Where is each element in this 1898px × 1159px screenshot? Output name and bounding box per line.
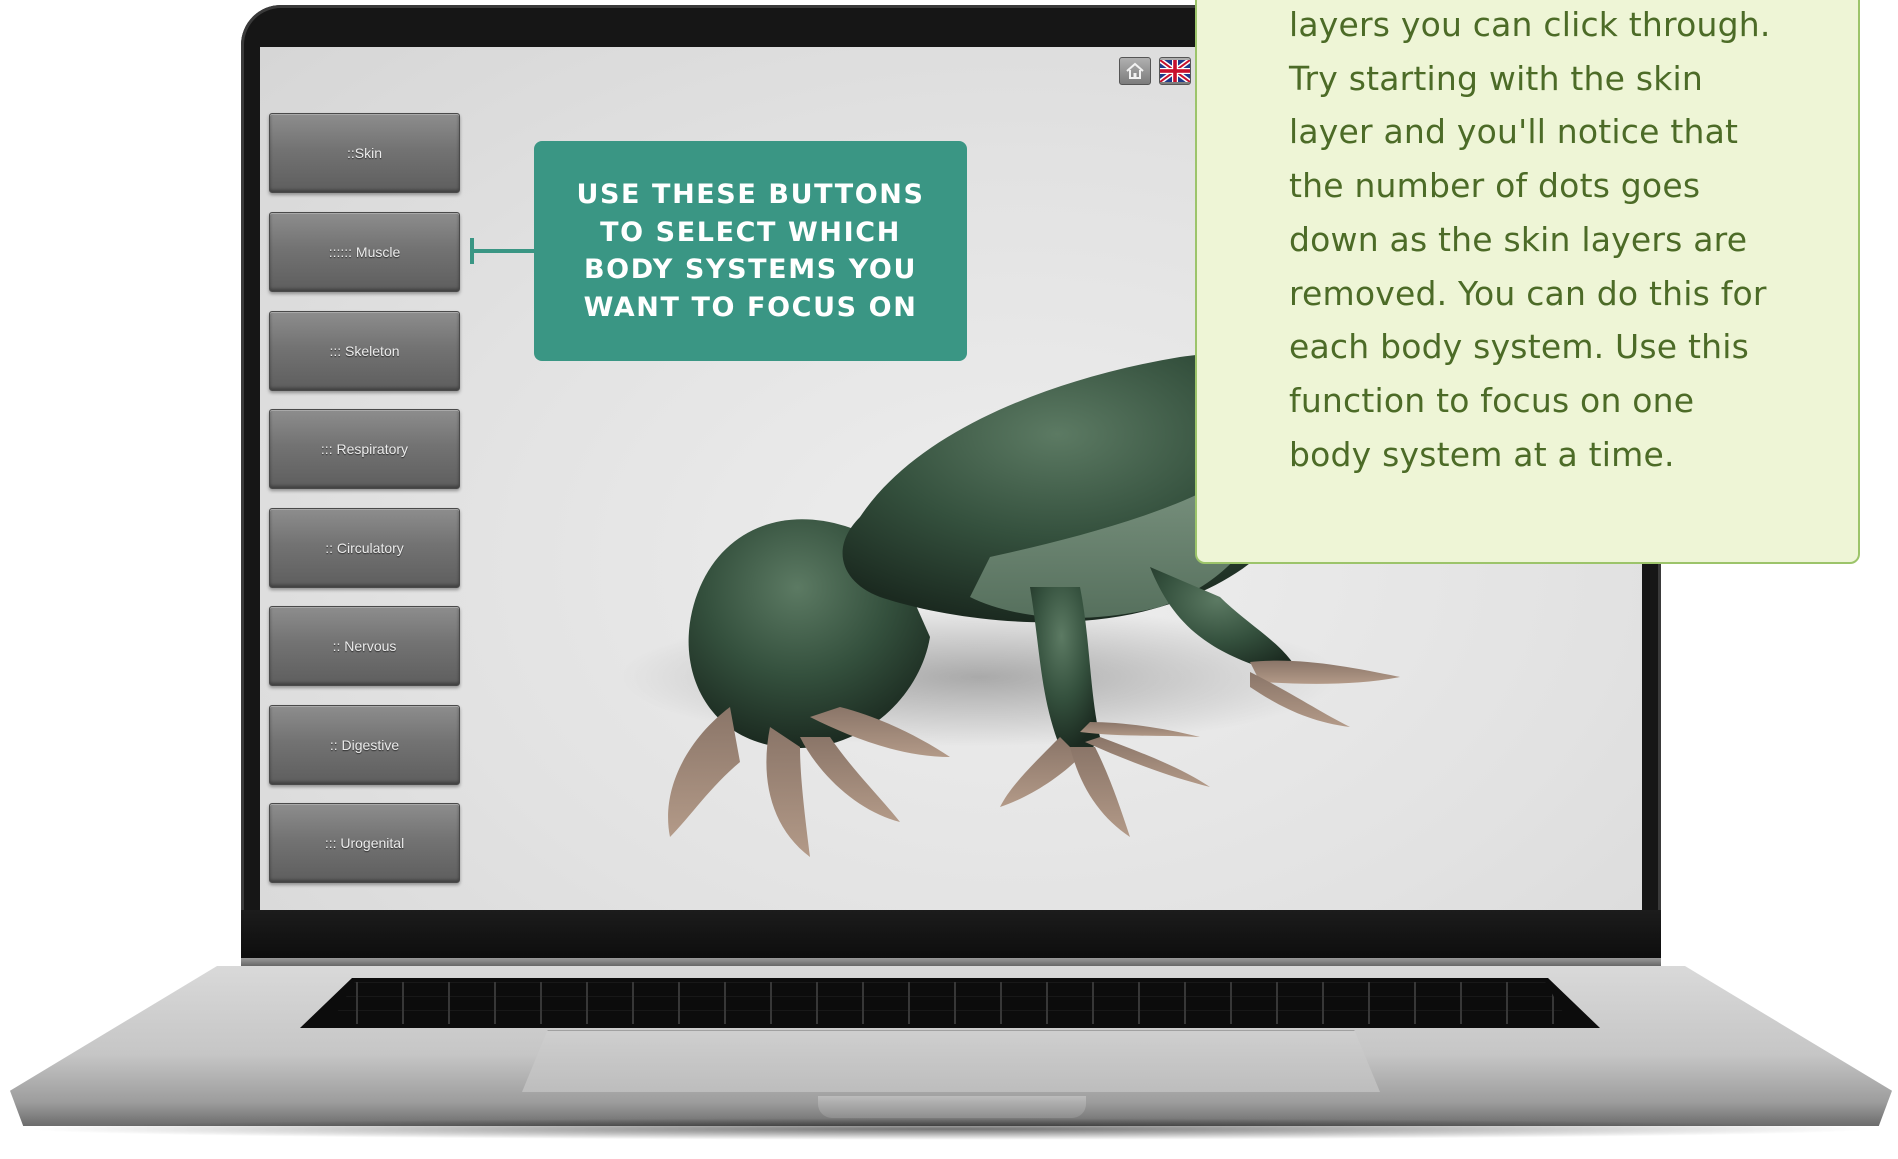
info-line: removed. You can do this for <box>1289 273 1767 313</box>
laptop-bezel <box>241 910 1661 962</box>
info-line: function to focus on one <box>1289 380 1695 420</box>
muscle-button[interactable]: :::::: Muscle <box>269 212 460 292</box>
callout-line: USE THESE BUTTONS <box>576 179 925 210</box>
skin-button[interactable]: ::Skin <box>269 113 460 193</box>
urogenital-button[interactable]: ::: Urogenital <box>269 803 460 883</box>
language-button[interactable] <box>1159 57 1191 85</box>
info-line: layer and you'll notice that <box>1289 112 1739 152</box>
laptop-trackpad <box>522 1030 1380 1092</box>
home-button[interactable] <box>1119 57 1151 85</box>
laptop-notch <box>818 1096 1086 1118</box>
nervous-button[interactable]: :: Nervous <box>269 606 460 686</box>
info-line: body system at a time. <box>1289 434 1675 474</box>
callout-connector <box>474 249 536 253</box>
laptop-keys <box>330 982 1570 1024</box>
info-line: layers you can click through. <box>1289 5 1771 44</box>
circulatory-button[interactable]: :: Circulatory <box>269 508 460 588</box>
info-panel: layers you can click through. Try starti… <box>1195 0 1860 564</box>
home-icon <box>1126 62 1144 79</box>
respiratory-button[interactable]: ::: Respiratory <box>269 409 460 489</box>
info-line: each body system. Use this <box>1289 327 1750 367</box>
digestive-button[interactable]: :: Digestive <box>269 705 460 785</box>
info-line: Try starting with the skin <box>1289 58 1704 98</box>
info-line: the number of dots goes <box>1289 166 1701 206</box>
callout-line: TO SELECT WHICH <box>600 216 901 248</box>
uk-flag-icon <box>1160 60 1190 82</box>
info-line: down as the skin layers are <box>1289 219 1748 259</box>
skeleton-button[interactable]: ::: Skeleton <box>269 311 460 391</box>
callout-line: BODY SYSTEMS YOU <box>583 254 917 285</box>
laptop-shadow <box>20 1118 1880 1140</box>
